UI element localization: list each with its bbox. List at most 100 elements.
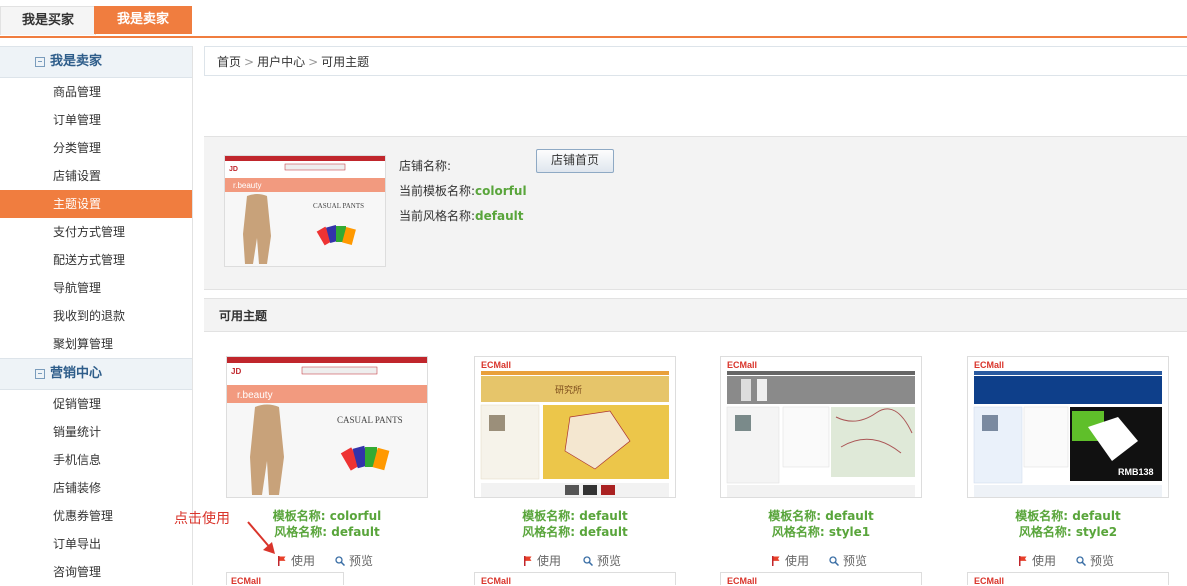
thumb-ecmall-logo: ECMall bbox=[481, 576, 511, 585]
theme-template-name: 模板名称: default bbox=[768, 509, 874, 523]
theme-thumbnail[interactable]: ECMall bbox=[720, 356, 922, 498]
preview-label: 预览 bbox=[597, 554, 622, 568]
theme-thumbnail[interactable]: ECMall 研究所 bbox=[474, 356, 676, 498]
use-theme-button[interactable]: 使用 bbox=[277, 552, 315, 569]
flag-icon bbox=[1019, 556, 1027, 566]
theme-meta: 模板名称: default 风格名称: default bbox=[475, 508, 675, 540]
sidebar-item-store-decoration[interactable]: 店铺装修 bbox=[0, 474, 192, 502]
breadcrumb-separator: > bbox=[244, 55, 255, 69]
sidebar-item-navigation[interactable]: 导航管理 bbox=[0, 274, 192, 302]
thumb-ecmall-logo: ECMall bbox=[231, 576, 261, 585]
flag-icon bbox=[772, 556, 780, 566]
magnifier-icon bbox=[583, 556, 593, 566]
theme-thumbnail[interactable]: ECMall RMB138 bbox=[967, 356, 1169, 498]
breadcrumb: 首页 > 用户中心 > 可用主题 bbox=[204, 46, 1187, 76]
sidebar-item-theme-settings[interactable]: 主题设置 bbox=[0, 190, 192, 218]
sidebar-item-promotions[interactable]: 促销管理 bbox=[0, 390, 192, 418]
theme-style-name: 风格名称: style2 bbox=[1018, 525, 1118, 539]
theme-meta: 模板名称: default 风格名称: style2 bbox=[968, 508, 1168, 540]
store-home-button[interactable]: 店铺首页 bbox=[536, 149, 614, 173]
use-label: 使用 bbox=[1032, 554, 1057, 568]
sidebar-section-seller[interactable]: 我是卖家 bbox=[0, 46, 192, 78]
flag-icon bbox=[524, 556, 532, 566]
breadcrumb-home[interactable]: 首页 bbox=[217, 55, 241, 69]
theme-preview-image: JD r.beauty CASUAL PANTS bbox=[227, 357, 427, 497]
preview-theme-button[interactable]: 预览 bbox=[829, 552, 867, 569]
sidebar-item-mobile-info[interactable]: 手机信息 bbox=[0, 446, 192, 474]
collapse-icon[interactable] bbox=[35, 57, 45, 67]
theme-preview-image: ECMall bbox=[231, 576, 261, 585]
preview-label: 预览 bbox=[349, 554, 374, 568]
thumb-beauty-text: r.beauty bbox=[237, 390, 273, 401]
theme-preview-image: ECMall bbox=[721, 357, 921, 497]
breadcrumb-user-center[interactable]: 用户中心 bbox=[257, 55, 305, 69]
theme-thumbnail-partial[interactable]: ECMall bbox=[967, 572, 1169, 585]
sidebar-item-categories[interactable]: 分类管理 bbox=[0, 134, 192, 162]
use-theme-button[interactable]: 使用 bbox=[523, 552, 561, 569]
theme-meta: 模板名称: default 风格名称: style1 bbox=[721, 508, 921, 540]
flag-icon bbox=[278, 556, 286, 566]
use-theme-button[interactable]: 使用 bbox=[771, 552, 809, 569]
theme-thumbnail[interactable]: JD r.beauty CASUAL PANTS bbox=[226, 356, 428, 498]
sidebar-item-payment[interactable]: 支付方式管理 bbox=[0, 218, 192, 246]
current-template-row: 当前模板名称:colorful bbox=[399, 182, 527, 199]
thumb-ecmall-logo: ECMall bbox=[974, 576, 1004, 585]
theme-preview-image: ECMall bbox=[727, 576, 757, 585]
use-label: 使用 bbox=[537, 554, 562, 568]
breadcrumb-current: 可用主题 bbox=[321, 55, 370, 69]
theme-preview-image: ECMall bbox=[481, 576, 511, 585]
current-template-value: colorful bbox=[475, 184, 527, 198]
theme-preview-image: ECMall RMB138 bbox=[968, 357, 1168, 497]
sidebar-item-groupbuy[interactable]: 聚划算管理 bbox=[0, 330, 192, 358]
thumb-banner-code: RMB138 bbox=[1118, 467, 1154, 477]
use-theme-button[interactable]: 使用 bbox=[1018, 552, 1056, 569]
current-style-label: 当前风格名称: bbox=[399, 209, 476, 223]
theme-thumbnail-partial[interactable]: ECMall bbox=[226, 572, 344, 585]
preview-theme-button[interactable]: 预览 bbox=[1076, 552, 1114, 569]
tab-seller[interactable]: 我是卖家 bbox=[94, 6, 192, 34]
annotation-arrow-icon bbox=[247, 521, 275, 554]
store-name-label: 店铺名称: bbox=[399, 159, 452, 173]
thumb-casual-pants: CASUAL PANTS bbox=[313, 202, 364, 210]
thumb-casual-pants: CASUAL PANTS bbox=[337, 415, 403, 425]
thumb-brand-logo: JD bbox=[229, 166, 238, 173]
sidebar-item-refunds[interactable]: 我收到的退款 bbox=[0, 302, 192, 330]
use-label: 使用 bbox=[785, 554, 810, 568]
current-style-row: 当前风格名称:default bbox=[399, 207, 524, 224]
breadcrumb-separator: > bbox=[308, 55, 319, 69]
annotation-click-to-use: 点击使用 bbox=[174, 511, 230, 527]
tab-buyer[interactable]: 我是买家 bbox=[0, 6, 96, 35]
preview-label: 预览 bbox=[843, 554, 868, 568]
theme-preview-image: ECMall bbox=[974, 576, 1004, 585]
theme-template-name: 模板名称: default bbox=[1015, 509, 1121, 523]
thumb-ecmall-logo: ECMall bbox=[727, 576, 757, 585]
thumb-brand-logo: JD bbox=[231, 367, 241, 376]
sidebar-item-sales-stats[interactable]: 销量统计 bbox=[0, 418, 192, 446]
current-theme-thumbnail: JD r.beauty CASUAL PANTS bbox=[224, 155, 386, 267]
theme-preview-image: JD r.beauty CASUAL PANTS bbox=[225, 156, 385, 266]
collapse-icon[interactable] bbox=[35, 369, 45, 379]
magnifier-icon bbox=[829, 556, 839, 566]
thumb-ecmall-logo: ECMall bbox=[974, 360, 1004, 370]
sidebar-item-products[interactable]: 商品管理 bbox=[0, 78, 192, 106]
sidebar-item-inquiries[interactable]: 咨询管理 bbox=[0, 558, 192, 586]
sidebar-section-marketing[interactable]: 营销中心 bbox=[0, 358, 192, 390]
sidebar-item-orders[interactable]: 订单管理 bbox=[0, 106, 192, 134]
current-style-value: default bbox=[475, 209, 524, 223]
sidebar-item-coupons[interactable]: 优惠券管理 bbox=[0, 502, 192, 530]
thumb-research-text: 研究所 bbox=[555, 384, 582, 396]
use-label: 使用 bbox=[291, 554, 316, 568]
sidebar-section-label: 营销中心 bbox=[50, 366, 103, 381]
preview-theme-button[interactable]: 预览 bbox=[335, 552, 373, 569]
thumb-ecmall-logo: ECMall bbox=[727, 360, 757, 370]
theme-thumbnail-partial[interactable]: ECMall bbox=[720, 572, 922, 585]
sidebar-item-shipping[interactable]: 配送方式管理 bbox=[0, 246, 192, 274]
theme-style-name: 风格名称: style1 bbox=[771, 525, 871, 539]
theme-thumbnail-partial[interactable]: ECMall bbox=[474, 572, 676, 585]
sidebar-item-store-settings[interactable]: 店铺设置 bbox=[0, 162, 192, 190]
thumb-ecmall-logo: ECMall bbox=[481, 360, 511, 370]
theme-style-name: 风格名称: default bbox=[522, 525, 628, 539]
preview-theme-button[interactable]: 预览 bbox=[583, 552, 621, 569]
preview-label: 预览 bbox=[1090, 554, 1115, 568]
sidebar-item-order-export[interactable]: 订单导出 bbox=[0, 530, 192, 558]
